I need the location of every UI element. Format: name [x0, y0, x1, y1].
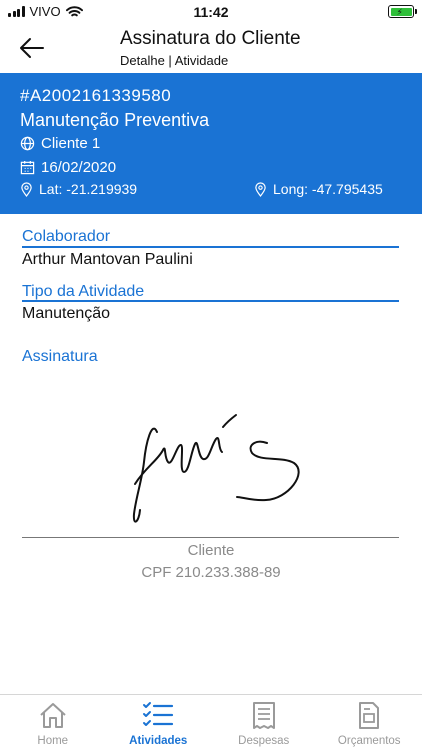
client-row: Cliente 1 [20, 135, 100, 152]
client-name: Cliente 1 [41, 135, 101, 152]
signature-cpf: CPF 210.233.388-89 [141, 564, 281, 581]
colaborador-value: Arthur Mantovan Paulini [22, 251, 193, 268]
tab-home-label: Home [37, 735, 69, 747]
status-time: 11:42 [193, 4, 229, 20]
colaborador-divider [22, 246, 399, 248]
activity-type: Manutenção Preventiva [20, 110, 210, 130]
signature-line [22, 537, 399, 538]
back-button[interactable] [18, 36, 46, 60]
tab-orcamentos[interactable]: Orçamentos [317, 695, 422, 750]
latitude-row: Lat: -21.219939 [20, 181, 137, 197]
arrow-left-icon [20, 38, 44, 58]
checklist-icon [143, 702, 174, 726]
header: Assinatura do Cliente Detalhe | Atividad… [0, 22, 422, 73]
longitude-value: Long: -47.795435 [273, 181, 383, 197]
page-title: Assinatura do Cliente [120, 28, 301, 49]
status-bar: VIVO 11:42 ⚡ [0, 0, 422, 22]
location-pin-icon [21, 181, 32, 197]
calendar-icon [20, 160, 35, 175]
tab-despesas[interactable]: Despesas [211, 695, 317, 750]
globe-icon [20, 136, 35, 151]
tipo-atividade-divider [22, 300, 399, 302]
tab-atividades-label: Atividades [129, 735, 188, 747]
colaborador-label: Colaborador [22, 228, 111, 245]
tipo-atividade-label: Tipo da Atividade [22, 283, 145, 300]
home-icon [40, 703, 66, 728]
tab-atividades[interactable]: Atividades [106, 695, 212, 750]
location-pin-icon [255, 181, 266, 197]
page-subtitle: Detalhe | Atividade [120, 53, 229, 68]
assinatura-label: Assinatura [22, 348, 98, 365]
battery-icon: ⚡ [388, 5, 417, 18]
tab-home[interactable]: Home [0, 695, 106, 750]
document-icon [359, 702, 380, 729]
tab-orcamentos-label: Orçamentos [337, 735, 401, 747]
signature-caption: Cliente [187, 542, 235, 559]
latitude-value: Lat: -21.219939 [39, 181, 138, 197]
longitude-row: Long: -47.795435 [254, 181, 383, 197]
bottom-tab-bar: Home Atividades Despesas Orçamentos [0, 694, 422, 750]
receipt-icon [252, 702, 275, 729]
tab-despesas-label: Despesas [238, 735, 290, 747]
activity-info-card: #A2002161339580 Manutenção Preventiva Cl… [0, 73, 422, 214]
activity-code: #A2002161339580 [20, 86, 172, 105]
tipo-atividade-value: Manutenção [22, 305, 111, 322]
signature-image [60, 372, 360, 537]
date-row: 16/02/2020 [20, 159, 116, 176]
activity-date: 16/02/2020 [41, 159, 117, 176]
